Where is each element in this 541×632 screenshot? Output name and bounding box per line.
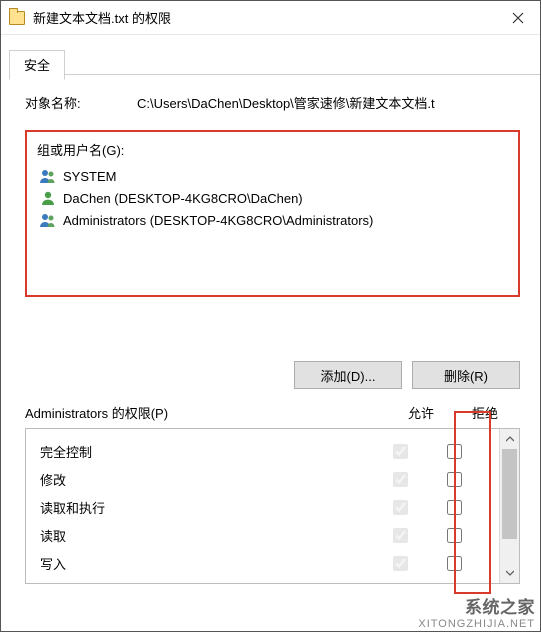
scroll-thumb[interactable] [502,449,517,539]
permission-row: 读取 [40,521,499,549]
permissions-dialog: 新建文本文档.txt 的权限 安全 对象名称: C:\Users\DaChen\… [0,0,541,632]
permission-row: 读取和执行 [40,493,499,521]
deny-checkbox[interactable] [447,556,462,571]
principal-name: SYSTEM [63,169,116,184]
scroll-up-button[interactable] [500,429,519,449]
scroll-track[interactable] [500,449,519,563]
principal-name: DaChen (DESKTOP-4KG8CRO\DaChen) [63,191,303,206]
principal-row[interactable]: Administrators (DESKTOP-4KG8CRO\Administ… [37,209,508,231]
principal-buttons: 添加(D)... 删除(R) [25,361,520,389]
allow-checkbox[interactable] [393,556,408,571]
allow-checkbox[interactable] [393,444,408,459]
remove-button[interactable]: 删除(R) [412,361,520,389]
users-icon [39,211,57,229]
folder-icon [9,11,25,25]
window-title: 新建文本文档.txt 的权限 [33,8,496,27]
permission-name: 读取和执行 [40,498,371,517]
principals-list[interactable]: SYSTEM DaChen (DESKTOP-4KG8CRO\DaChen) Adm… [37,165,508,285]
object-label: 对象名称: [25,93,137,112]
close-icon [512,12,524,24]
add-button[interactable]: 添加(D)... [294,361,402,389]
dialog-content: 对象名称: C:\Users\DaChen\Desktop\管家速修\新建文本文… [1,75,540,631]
permissions-list-wrap: 完全控制修改读取和执行读取写入 [25,428,520,584]
watermark-line1: 系统之家 [418,593,535,618]
permissions-header-label: Administrators 的权限(P) [25,403,392,422]
principal-row[interactable]: SYSTEM [37,165,508,187]
principal-row[interactable]: DaChen (DESKTOP-4KG8CRO\DaChen) [37,187,508,209]
object-row: 对象名称: C:\Users\DaChen\Desktop\管家速修\新建文本文… [25,93,520,112]
permission-name: 修改 [40,470,371,489]
principals-label: 组或用户名(G): [37,140,508,159]
tab-strip: 安全 [9,49,540,75]
deny-checkbox[interactable] [447,528,462,543]
tab-security[interactable]: 安全 [9,50,65,80]
close-button[interactable] [496,2,540,34]
titlebar: 新建文本文档.txt 的权限 [1,1,540,35]
watermark: 系统之家 XITONGZHIJIA.NET [418,593,535,630]
column-allow: 允许 [392,403,450,422]
permissions-list: 完全控制修改读取和执行读取写入 [26,429,499,583]
permission-name: 写入 [40,554,371,573]
watermark-line2: XITONGZHIJIA.NET [418,618,535,630]
scroll-down-button[interactable] [500,563,519,583]
principals-group: 组或用户名(G): SYSTEM DaChen (DESKTOP-4KG8CRO\… [25,130,520,297]
allow-checkbox[interactable] [393,500,408,515]
deny-checkbox[interactable] [447,444,462,459]
permission-row: 完全控制 [40,437,499,465]
deny-checkbox[interactable] [447,500,462,515]
deny-checkbox[interactable] [447,472,462,487]
permission-name: 完全控制 [40,442,371,461]
permission-row: 修改 [40,465,499,493]
principal-name: Administrators (DESKTOP-4KG8CRO\Administ… [63,213,373,228]
allow-checkbox[interactable] [393,472,408,487]
column-deny: 拒绝 [450,403,520,422]
users-icon [39,167,57,185]
permission-row: 写入 [40,549,499,577]
chevron-down-icon [506,570,514,576]
allow-checkbox[interactable] [393,528,408,543]
permission-name: 读取 [40,526,371,545]
permissions-header: Administrators 的权限(P) 允许 拒绝 [25,403,520,422]
user-icon [39,189,57,207]
chevron-up-icon [506,436,514,442]
scrollbar[interactable] [499,429,519,583]
object-path: C:\Users\DaChen\Desktop\管家速修\新建文本文档.t [137,93,520,112]
